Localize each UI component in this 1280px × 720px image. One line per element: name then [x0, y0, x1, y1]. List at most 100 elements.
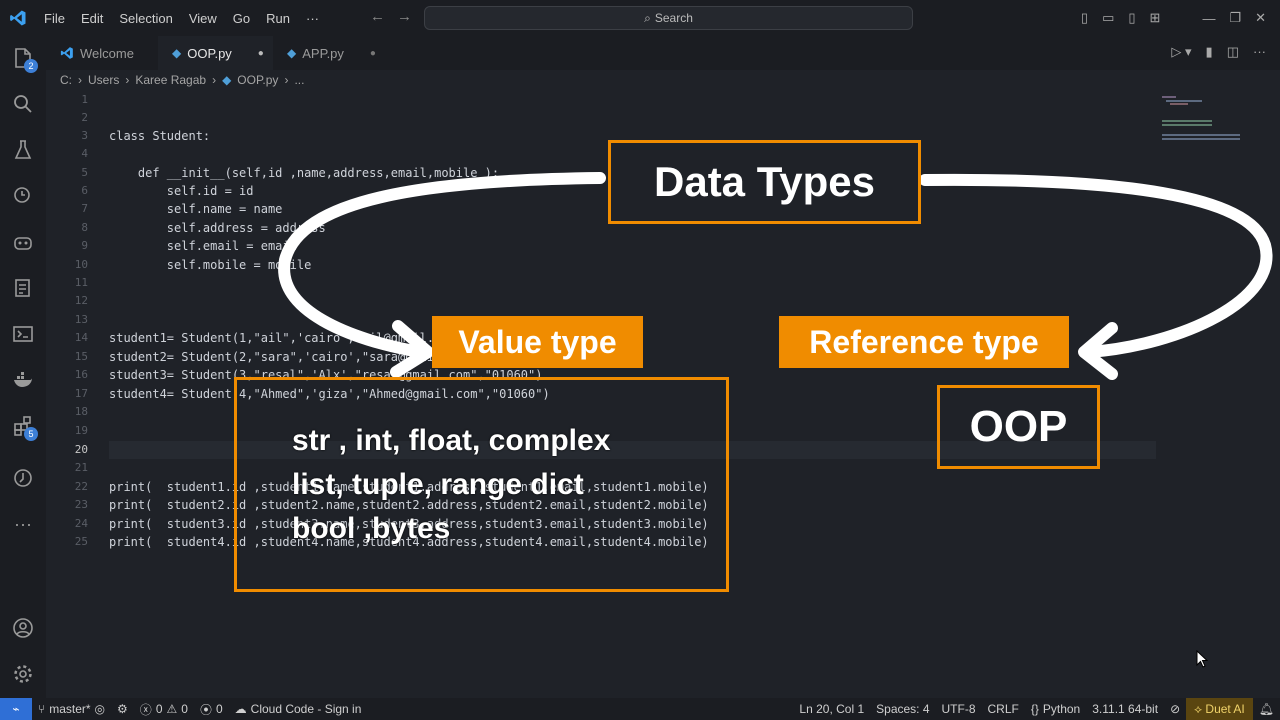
current-line-highlight: [109, 441, 1156, 459]
line-number: 19: [74, 424, 88, 437]
error-count: 0: [155, 702, 163, 716]
breadcrumb-item[interactable]: C:: [60, 73, 72, 87]
cloud-code-indicator[interactable]: ☁ Cloud Code - Sign in: [229, 702, 368, 716]
tab-app-py[interactable]: ◆ APP.py ●: [273, 36, 388, 70]
error-icon: ⓧ: [139, 702, 152, 717]
tab-oop-py[interactable]: ◆ OOP.py ●: [158, 36, 273, 70]
cursor-position[interactable]: Ln 20, Col 1: [793, 702, 870, 716]
vscode-logo-icon: [0, 0, 36, 36]
gitlens-icon[interactable]: ⚙: [111, 702, 134, 716]
gear-icon[interactable]: [0, 654, 46, 694]
back-arrow-icon[interactable]: ←: [370, 8, 397, 25]
command-search[interactable]: ⌕ Search: [424, 6, 913, 30]
menu-run[interactable]: Run: [258, 11, 298, 26]
minimap[interactable]: [1162, 94, 1246, 144]
copilot-icon[interactable]: [0, 222, 46, 262]
account-icon[interactable]: [0, 608, 46, 648]
title-bar: File Edit Selection View Go Run ··· ←→ ⌕…: [0, 0, 1280, 36]
extensions-icon[interactable]: 5: [0, 406, 46, 446]
activity-bar: 2 5 ···: [0, 36, 46, 698]
line-number: 22: [74, 480, 88, 493]
docker-icon[interactable]: [0, 360, 46, 400]
menu-file[interactable]: File: [36, 11, 73, 26]
copilot-status-icon[interactable]: ⊘: [1164, 702, 1186, 716]
line-number: 7: [81, 202, 88, 215]
bottle-icon[interactable]: ▮: [1206, 44, 1213, 60]
breadcrumb: C: › Users › Karee Ragab › ◆ OOP.py › ...: [60, 70, 304, 90]
language-label: Python: [1042, 702, 1081, 716]
tab-label: APP.py: [302, 45, 344, 61]
encoding[interactable]: UTF-8: [936, 702, 982, 716]
line-number: 14: [74, 331, 88, 344]
line-number: 4: [81, 147, 88, 160]
run-play-icon[interactable]: ▷ ▾: [1171, 44, 1191, 60]
git-branch-icon: ⑂: [38, 702, 46, 716]
cloud-code-label: Cloud Code - Sign in: [250, 702, 362, 716]
remote-indicator-icon[interactable]: ⌁: [0, 698, 32, 720]
unsaved-dot-icon[interactable]: ●: [258, 48, 264, 59]
customize-layout-icon[interactable]: ⊞: [1150, 10, 1161, 26]
editor-actions: ▷ ▾ ▮ ◫ ···: [1171, 44, 1266, 60]
source-control-icon[interactable]: [0, 176, 46, 216]
restore-button[interactable]: ❐: [1229, 10, 1241, 26]
breadcrumb-item[interactable]: OOP.py: [237, 73, 278, 87]
warning-count: 0: [181, 702, 188, 716]
code-line: print( student4.id ,student4.name,studen…: [109, 535, 709, 549]
duet-ai-label: Duet AI: [1205, 702, 1245, 716]
line-number: 6: [81, 184, 88, 197]
terminal-icon[interactable]: [0, 314, 46, 354]
more-icon[interactable]: ···: [0, 504, 46, 544]
forward-arrow-icon[interactable]: →: [397, 8, 424, 25]
duet-ai-button[interactable]: ⟡ Duet AI: [1186, 698, 1253, 720]
close-button[interactable]: ✕: [1255, 10, 1266, 26]
menu-view[interactable]: View: [181, 11, 225, 26]
breadcrumb-item[interactable]: Users: [88, 73, 119, 87]
language-mode[interactable]: {} Python: [1025, 702, 1086, 716]
toggle-sidebar-icon[interactable]: ▯: [1081, 10, 1088, 26]
menu-more[interactable]: ···: [298, 11, 327, 26]
problems-indicator[interactable]: ⓧ 0 ⚠ 0: [134, 701, 194, 718]
sync-icon: ◎: [94, 702, 106, 716]
line-number: 23: [74, 498, 88, 511]
code-editor[interactable]: 1 2 3 4 5 6 7 8 9 10 11 12 13 14 15 16 1…: [46, 90, 1280, 698]
toggle-secondary-sidebar-icon[interactable]: ▯: [1128, 10, 1135, 26]
tab-welcome[interactable]: Welcome: [46, 36, 158, 70]
line-number: 2: [81, 111, 88, 124]
breadcrumb-item[interactable]: Karee Ragab: [135, 73, 206, 87]
ports-indicator[interactable]: ⦿ 0: [194, 701, 229, 718]
code-line: self.email = email: [109, 239, 297, 253]
breadcrumb-item[interactable]: ...: [294, 73, 304, 87]
branch-indicator[interactable]: ⑂ master* ◎: [32, 702, 111, 716]
vscode-logo-icon: [60, 47, 73, 59]
explorer-icon[interactable]: 2: [0, 38, 46, 78]
line-number: 8: [81, 221, 88, 234]
search-icon[interactable]: [0, 84, 46, 124]
more-actions-icon[interactable]: ···: [1253, 44, 1266, 60]
line-ending[interactable]: CRLF: [982, 702, 1025, 716]
minimize-button[interactable]: —: [1202, 11, 1215, 26]
menu-go[interactable]: Go: [225, 11, 258, 26]
python-file-icon: ◆: [172, 46, 182, 60]
menu-edit[interactable]: Edit: [73, 11, 111, 26]
notes-icon[interactable]: [0, 268, 46, 308]
line-number: 3: [81, 129, 88, 142]
code-line: self.mobile = mobile: [109, 258, 312, 272]
search-icon: ⌕: [644, 10, 651, 25]
indentation[interactable]: Spaces: 4: [870, 702, 935, 716]
status-bar: ⌁ ⑂ master* ◎ ⚙ ⓧ 0 ⚠ 0 ⦿ 0 ☁ Cloud Code - S…: [0, 698, 1280, 720]
line-number: 16: [74, 368, 88, 381]
code-line: student4= Student(4,"Ahmed",'giza',"Ahme…: [109, 387, 550, 401]
timeline-icon[interactable]: [0, 458, 46, 498]
menu-selection[interactable]: Selection: [111, 11, 180, 26]
chevron-right-icon: ›: [78, 73, 82, 87]
testing-flask-icon[interactable]: [0, 130, 46, 170]
toggle-panel-icon[interactable]: ▭: [1102, 10, 1114, 26]
code-line: print( student3.id ,student3.name,studen…: [109, 517, 709, 531]
chevron-right-icon: ›: [212, 73, 217, 87]
unsaved-dot-icon[interactable]: ●: [370, 48, 376, 59]
split-editor-icon[interactable]: ◫: [1227, 44, 1239, 60]
chevron-right-icon: ›: [125, 73, 130, 87]
code-line: def __init__(self,id ,name,address,email…: [109, 166, 500, 180]
notifications-bell-icon[interactable]: 🔔︎: [1253, 702, 1280, 716]
python-interpreter[interactable]: 3.11.1 64-bit: [1086, 702, 1164, 716]
